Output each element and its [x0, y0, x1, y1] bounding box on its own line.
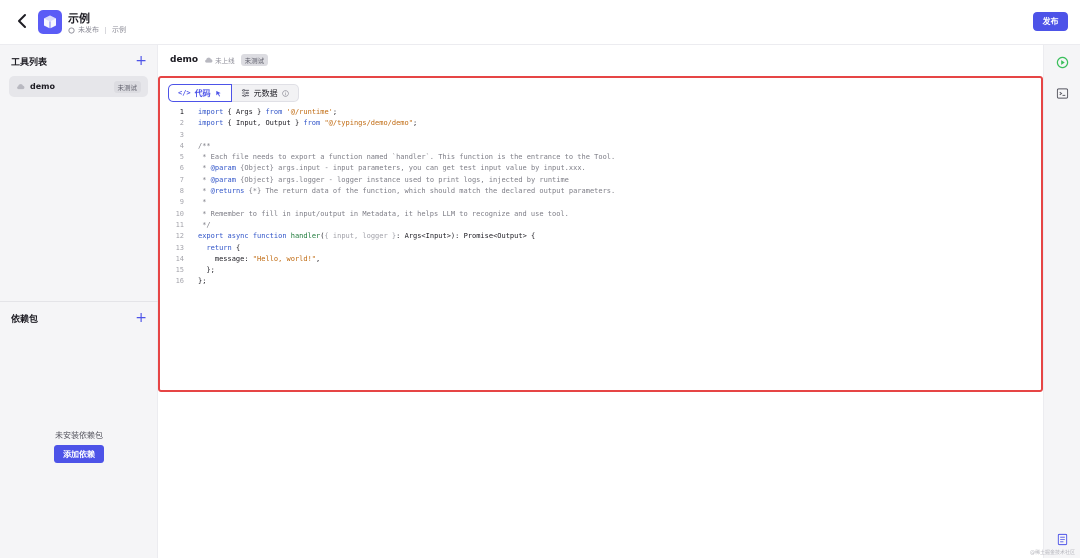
line-number: 16: [175, 277, 184, 286]
line-number: 3: [179, 130, 184, 139]
line-number: 5: [179, 153, 184, 162]
tool-item-name: demo: [30, 82, 55, 91]
code-line-text: *: [198, 198, 207, 207]
tool-title: demo: [170, 55, 199, 65]
cube-icon: [38, 10, 62, 34]
right-toolbar: [1043, 45, 1080, 558]
line-number: 11: [175, 220, 184, 229]
code-line[interactable]: 15 };: [160, 265, 1040, 276]
code-line[interactable]: 11 */: [160, 220, 1040, 231]
app-meta: 未发布 示例: [68, 25, 126, 35]
add-tool-plus-icon[interactable]: +: [135, 54, 147, 68]
online-status-text: 未上线: [215, 57, 235, 65]
code-line[interactable]: 2 import { Input, Output } from "@/typing…: [160, 118, 1040, 129]
add-dependency-button[interactable]: 添加依赖: [54, 445, 104, 463]
code-line[interactable]: 10 * Remember to fill in input/output in…: [160, 209, 1040, 220]
code-line-text: * Remember to fill in input/output in Me…: [198, 209, 569, 218]
line-number: 6: [179, 164, 184, 173]
code-line-text: import { Args } from '@/runtime';: [198, 108, 338, 116]
tool-item-demo[interactable]: demo 未测试: [9, 76, 148, 97]
main-header: demo 未上线 未测试: [170, 54, 269, 66]
status-dot-icon: [68, 26, 75, 34]
code-line[interactable]: 7 * @param {Object} args.logger - logger…: [160, 175, 1040, 186]
deps-section-title: 依赖包: [11, 314, 39, 325]
sliders-icon: [241, 89, 249, 97]
code-icon: </>: [178, 89, 191, 97]
document-icon[interactable]: [1056, 533, 1069, 546]
publish-button[interactable]: 发布: [1033, 12, 1068, 31]
top-header: 示例 未发布 示例 发布: [0, 0, 1080, 45]
app-title: 示例: [68, 12, 90, 25]
code-editor-panel: </> 代码 元数据 1 import { Args } from '@/runt…: [158, 76, 1043, 392]
tab-metadata-label: 元数据: [253, 88, 278, 98]
tab-code-label: 代码: [194, 88, 211, 98]
code-line-text: /**: [198, 141, 211, 150]
code-line[interactable]: 3: [160, 130, 1040, 141]
code-line[interactable]: 5 * Each file needs to export a function…: [160, 152, 1040, 163]
line-number: 4: [179, 141, 184, 150]
tab-metadata[interactable]: 元数据: [231, 84, 299, 102]
info-icon: [281, 89, 289, 97]
line-number: 15: [175, 266, 184, 275]
sidebar: 工具列表 + demo 未测试 依赖包 + 未安装依赖包 添加依赖: [0, 45, 158, 558]
code-line-text: };: [198, 266, 215, 275]
tools-section-header: 工具列表 +: [11, 54, 147, 68]
code-line-text: * @returns {*} The return data of the fu…: [198, 187, 616, 196]
publish-status: 未发布: [78, 26, 99, 34]
meta-separator: [105, 26, 106, 34]
line-number: 12: [175, 232, 184, 241]
test-status-badge: 未测试: [240, 54, 269, 66]
code-line[interactable]: 14 message: "Hello, world!",: [160, 254, 1040, 265]
code-line[interactable]: 16};: [160, 276, 1040, 287]
code-line-text: * @param {Object} args.logger - logger i…: [198, 175, 569, 184]
add-dep-plus-icon[interactable]: +: [135, 311, 147, 325]
code-line[interactable]: 6 * @param {Object} args.input - input p…: [160, 163, 1040, 174]
code-line[interactable]: 12 export async function handler({ input,…: [160, 231, 1040, 242]
code-line[interactable]: 13 return {: [160, 243, 1040, 254]
editor-tabs: </> 代码 元数据: [168, 84, 299, 102]
code-line-text: message: "Hello, world!",: [198, 254, 321, 263]
sidebar-divider: [0, 301, 158, 302]
deps-empty-text: 未安装依赖包: [55, 431, 103, 440]
code-line[interactable]: 4 /**: [160, 141, 1040, 152]
play-circle-icon[interactable]: [1056, 56, 1069, 69]
line-number: 2: [179, 119, 184, 128]
code-line-text: * Each file needs to export a function n…: [198, 153, 616, 162]
chevron-left-icon[interactable]: [14, 12, 32, 30]
cloud-icon: [17, 84, 25, 90]
terminal-icon[interactable]: [1056, 87, 1069, 100]
watermark: @稀土掘金技术社区: [1030, 550, 1076, 556]
code-line[interactable]: 8 * @returns {*} The return data of the …: [160, 186, 1040, 197]
code-line[interactable]: 1 import { Args } from '@/runtime';: [160, 107, 1040, 118]
line-number: 10: [175, 209, 184, 218]
line-number: 13: [175, 243, 184, 252]
code-line-text: * @param {Object} args.input - input par…: [198, 164, 586, 173]
line-number: 7: [179, 175, 184, 184]
code-line-text: };: [198, 277, 207, 286]
code-line-text: export async function handler({ input, l…: [198, 232, 536, 241]
line-number: 9: [179, 198, 184, 207]
code-line-text: import { Input, Output } from "@/typings…: [198, 119, 418, 128]
status-badge: 未测试: [113, 80, 141, 93]
tools-section-title: 工具列表: [11, 57, 48, 68]
deps-section-header: 依赖包 +: [11, 311, 147, 325]
cloud-icon: [205, 57, 213, 63]
online-status: 未上线: [204, 55, 235, 65]
code-content[interactable]: 1 import { Args } from '@/runtime'; 2 impor…: [160, 107, 1040, 288]
line-number: 1: [179, 108, 184, 116]
cursor-icon: [215, 90, 221, 96]
code-line[interactable]: 9 *: [160, 197, 1040, 208]
code-line-text: return {: [206, 243, 241, 252]
project-name: 示例: [112, 26, 126, 34]
line-number: 8: [179, 187, 184, 196]
tab-code[interactable]: </> 代码: [168, 84, 232, 102]
line-number: 14: [175, 254, 184, 263]
code-line-text: */: [198, 220, 211, 229]
